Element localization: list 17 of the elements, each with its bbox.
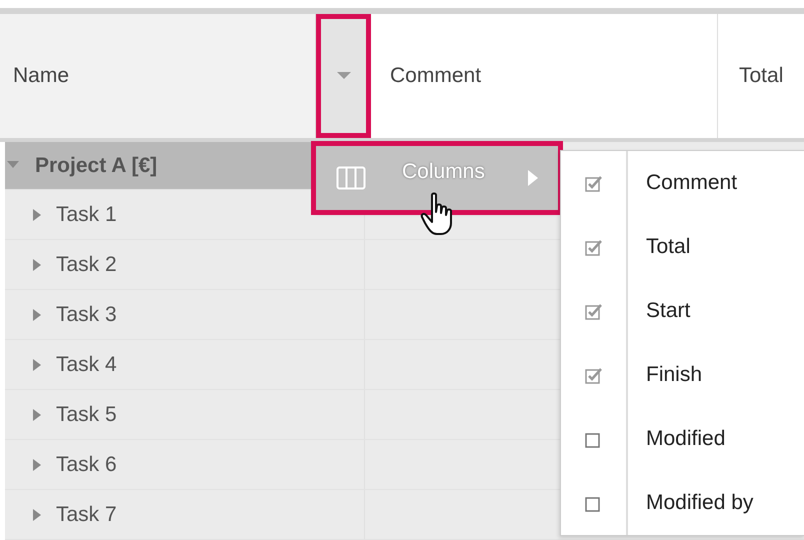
submenu-arrow-icon [528, 170, 538, 186]
column-header[interactable]: Name [13, 64, 70, 88]
column-toggle-item[interactable]: Modified [561, 407, 804, 471]
column-header[interactable]: Total [739, 64, 784, 88]
tree-row[interactable]: Task 4 [5, 340, 365, 389]
hand-cursor-icon [420, 192, 454, 236]
column-toggle-item[interactable]: Comment [561, 151, 804, 215]
column-toggle-item[interactable]: Finish [561, 343, 804, 407]
tree-row[interactable]: Task 3 [5, 290, 365, 339]
column-toggle-item[interactable]: Modified by [561, 471, 804, 535]
column-toggle-item[interactable]: Start [561, 279, 804, 343]
column-menu-button[interactable] [316, 14, 371, 138]
column-toggle-item[interactable]: Total [561, 215, 804, 279]
caret-icon [336, 72, 350, 80]
column-header[interactable]: Comment [390, 64, 482, 88]
columns-icon [336, 166, 366, 190]
tree-row[interactable]: Task 7 [5, 490, 365, 539]
